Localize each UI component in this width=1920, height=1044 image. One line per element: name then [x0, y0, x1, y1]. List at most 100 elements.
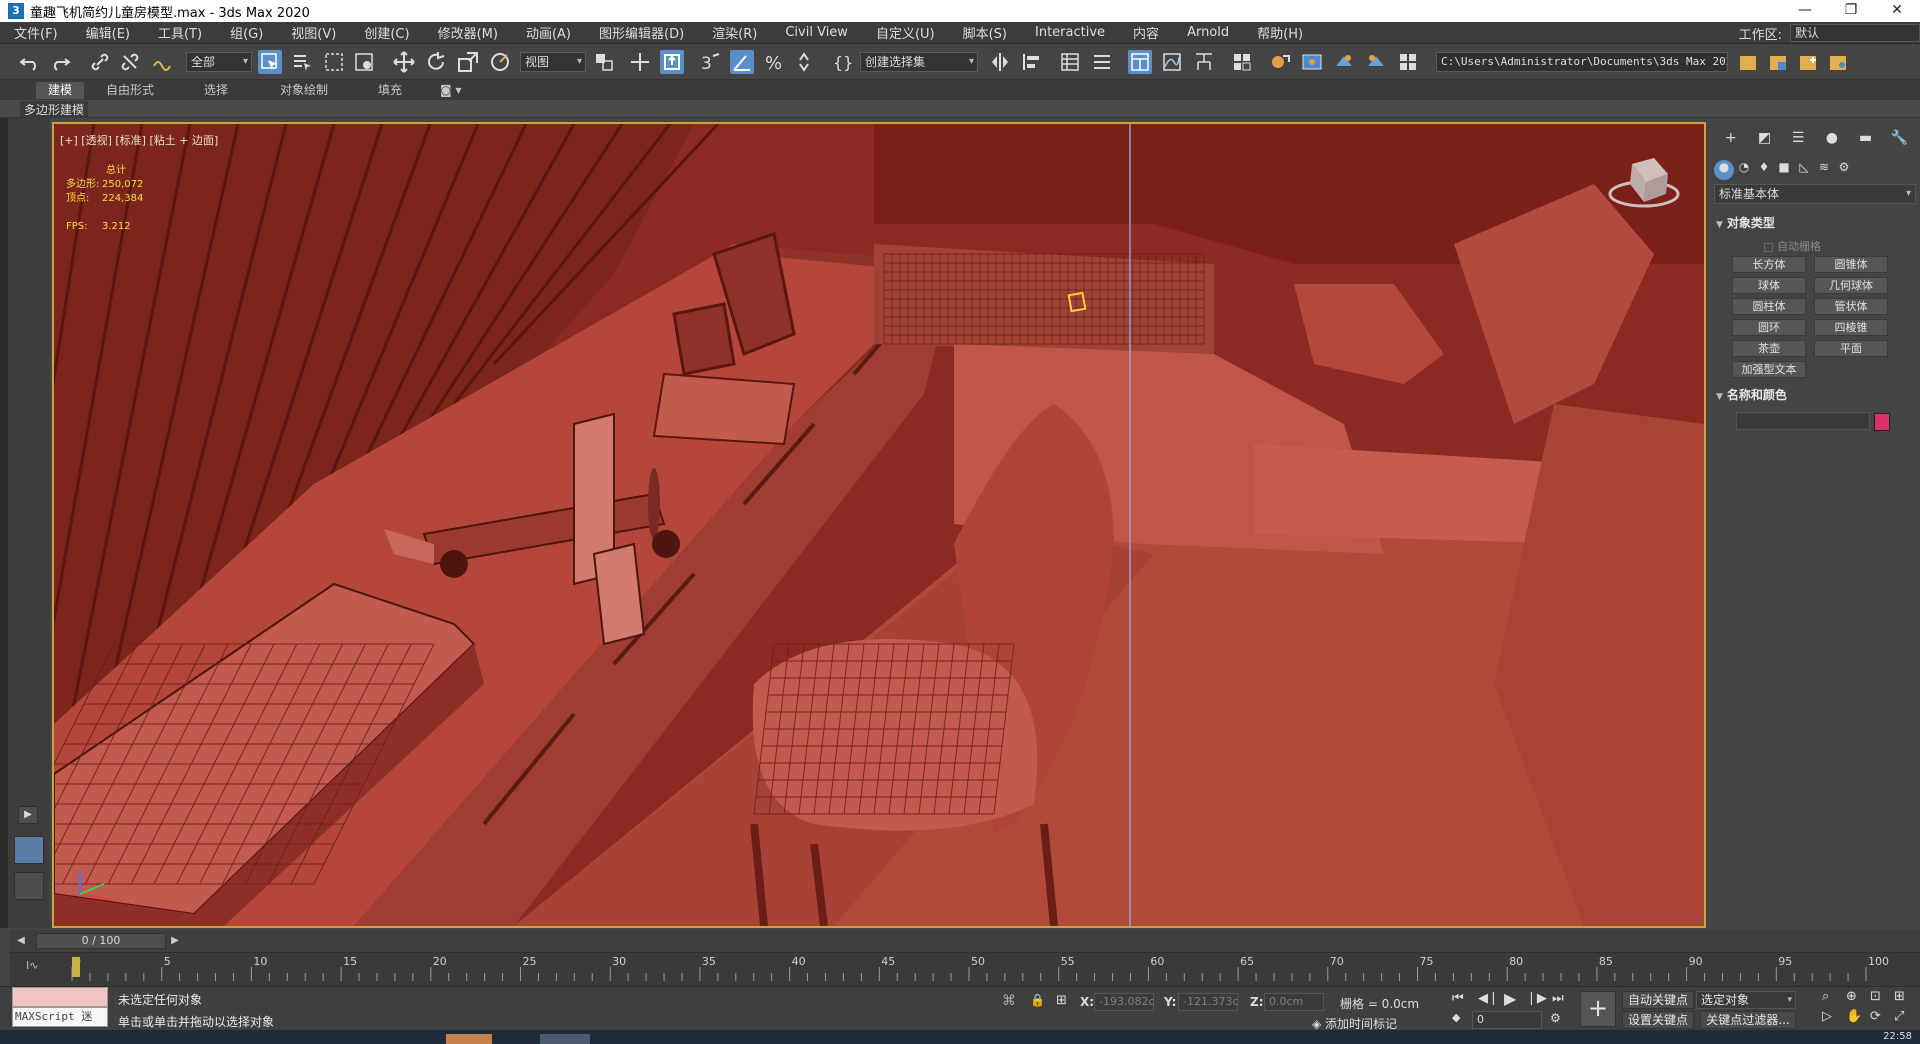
time-slider-thumb[interactable]: 0 / 100 — [36, 933, 166, 949]
cone-button[interactable]: 圆锥体 — [1814, 256, 1888, 273]
percent-snap-icon[interactable]: % — [762, 50, 786, 74]
menu-content[interactable]: 内容 — [1119, 23, 1173, 42]
layer-explorer-icon[interactable] — [1090, 50, 1114, 74]
project-folder-path[interactable]: C:\Users\Administrator\Documents\3ds Max… — [1436, 52, 1728, 72]
sphere-button[interactable]: 球体 — [1732, 277, 1806, 294]
ribbon-options-icon[interactable]: ◙ ▾ — [428, 82, 473, 99]
render-setup-icon[interactable] — [1268, 50, 1292, 74]
modify-tab-icon[interactable]: ◩ — [1748, 130, 1782, 154]
display-tab-icon[interactable]: ▬ — [1849, 130, 1883, 154]
geometry-category-dropdown[interactable]: 标准基本体 — [1714, 184, 1916, 204]
material-editor-icon[interactable] — [1230, 50, 1254, 74]
taskbar-app-explorer[interactable] — [540, 1034, 590, 1044]
rotate-icon[interactable] — [424, 50, 448, 74]
orbit-icon[interactable]: ⟳ — [1870, 1009, 1881, 1024]
tab-freeform[interactable]: 自由形式 — [94, 82, 166, 99]
cylinder-button[interactable]: 圆柱体 — [1732, 298, 1806, 315]
object-name-field[interactable] — [1736, 412, 1870, 430]
expand-layout-icon[interactable]: ▶ — [18, 806, 38, 824]
edit-named-selection-icon[interactable]: {} — [830, 50, 854, 74]
menu-file[interactable]: 文件(F) — [0, 23, 72, 42]
align-icon[interactable] — [1020, 50, 1044, 74]
curve-editor-icon[interactable] — [1160, 50, 1184, 74]
zoom-icon[interactable]: ⌕ — [1822, 989, 1829, 1004]
menu-views[interactable]: 视图(V) — [277, 23, 350, 42]
teapot-button[interactable]: 茶壶 — [1732, 340, 1806, 357]
menu-create[interactable]: 创建(C) — [350, 23, 423, 42]
named-selection-dropdown[interactable]: 创建选择集 — [860, 52, 978, 72]
helpers-icon[interactable]: ◺ — [1794, 160, 1814, 180]
text-plus-button[interactable]: 加强型文本 — [1732, 361, 1806, 378]
single-viewport-layout-icon[interactable] — [14, 836, 44, 864]
play-icon[interactable]: ▶ — [1504, 989, 1516, 1008]
keyboard-shortcut-override-icon[interactable] — [660, 50, 684, 74]
object-color-swatch[interactable] — [1874, 413, 1890, 431]
go-to-end-icon[interactable]: ⏭ — [1552, 991, 1564, 1006]
link-icon[interactable] — [88, 50, 112, 74]
next-frame-icon[interactable]: ❘▶ — [1526, 991, 1547, 1006]
prev-frame-arrow-icon[interactable]: ◀ — [14, 933, 28, 949]
select-by-name-icon[interactable] — [290, 50, 314, 74]
tab-object-paint[interactable]: 对象绘制 — [268, 82, 340, 99]
toggle-ribbon-icon[interactable] — [1128, 50, 1152, 74]
auto-key-button[interactable]: 自动关键点 — [1622, 991, 1694, 1009]
scene-render[interactable] — [54, 124, 1704, 926]
current-frame-spinner[interactable]: 0 — [1472, 1011, 1542, 1029]
geometry-icon[interactable]: ● — [1714, 160, 1734, 180]
maxscript-listener[interactable]: MAXScript 迷 — [12, 987, 108, 1027]
selection-filter-dropdown[interactable]: 全部 — [186, 52, 252, 72]
time-configuration-icon[interactable]: ⚙ — [1550, 1011, 1561, 1025]
menu-civil-view[interactable]: Civil View — [771, 25, 862, 40]
bind-spacewarp-icon[interactable] — [150, 50, 174, 74]
create-tab-icon[interactable]: + — [1714, 130, 1748, 154]
scene-explorer-icon[interactable] — [1058, 50, 1082, 74]
cameras-icon[interactable]: ■ — [1774, 160, 1794, 180]
menu-graph-editors[interactable]: 图形编辑器(D) — [585, 23, 698, 42]
rect-selection-icon[interactable] — [322, 50, 346, 74]
scale-icon[interactable] — [456, 50, 480, 74]
quad-viewport-layout-icon[interactable] — [14, 872, 44, 900]
schematic-view-icon[interactable] — [1192, 50, 1216, 74]
move-icon[interactable] — [392, 50, 416, 74]
maxscript-listener-top[interactable] — [12, 987, 108, 1007]
polygon-modeling-label[interactable]: 多边形建模 — [20, 101, 89, 118]
render-iterative-icon[interactable] — [1364, 50, 1388, 74]
snaps-toggle-icon[interactable]: 3 — [698, 50, 722, 74]
previous-frame-icon[interactable]: ◀❘ — [1478, 991, 1499, 1006]
lights-icon[interactable]: ♦ — [1754, 160, 1774, 180]
torus-button[interactable]: 圆环 — [1732, 319, 1806, 336]
autogrid-checkbox[interactable]: 自动栅格 — [1764, 238, 1821, 254]
redo-icon[interactable] — [48, 50, 72, 74]
plane-button[interactable]: 平面 — [1814, 340, 1888, 357]
current-frame-indicator[interactable] — [72, 957, 80, 977]
pyramid-button[interactable]: 四棱锥 — [1814, 319, 1888, 336]
select-manipulate-icon[interactable] — [628, 50, 652, 74]
key-target-dropdown[interactable]: 选定对象 — [1696, 991, 1796, 1009]
create-project-icon[interactable] — [1796, 50, 1820, 74]
maximize-viewport-icon[interactable]: ⤢ — [1894, 1009, 1904, 1024]
key-mode-toggle-icon[interactable]: ◆ — [1452, 1011, 1460, 1024]
set-key-button[interactable]: 设置关键点 — [1622, 1011, 1694, 1029]
reference-coord-dropdown[interactable]: 视图 — [520, 52, 586, 72]
menu-tools[interactable]: 工具(T) — [144, 23, 216, 42]
x-coord-field[interactable]: -193.082c — [1094, 993, 1155, 1011]
workspace-dropdown[interactable]: 默认 — [1790, 24, 1920, 42]
undo-icon[interactable] — [18, 50, 42, 74]
next-frame-arrow-icon[interactable]: ▶ — [168, 933, 182, 949]
go-to-start-icon[interactable]: ⏮ — [1452, 991, 1464, 1006]
tab-selection[interactable]: 选择 — [192, 82, 240, 99]
object-type-rollout[interactable]: ▼ 对象类型 — [1716, 214, 1916, 232]
menu-customize[interactable]: 自定义(U) — [862, 23, 949, 42]
zoom-all-icon[interactable]: ⊕ — [1846, 989, 1857, 1004]
place-icon[interactable] — [488, 50, 512, 74]
spinner-snap-icon[interactable] — [792, 50, 816, 74]
menu-animation[interactable]: 动画(A) — [512, 23, 585, 42]
z-coord-field[interactable]: 0.0cm — [1264, 993, 1324, 1011]
taskbar-app-3dsmax[interactable] — [446, 1034, 492, 1044]
minimize-button[interactable]: — — [1782, 0, 1828, 22]
tab-populate[interactable]: 填充 — [366, 82, 414, 99]
spacewarps-icon[interactable]: ≋ — [1814, 160, 1834, 180]
menu-help[interactable]: 帮助(H) — [1243, 23, 1317, 42]
isolate-selection-icon[interactable]: ⌘ — [1002, 993, 1016, 1009]
zoom-extents-all-icon[interactable]: ⊞ — [1894, 989, 1905, 1004]
